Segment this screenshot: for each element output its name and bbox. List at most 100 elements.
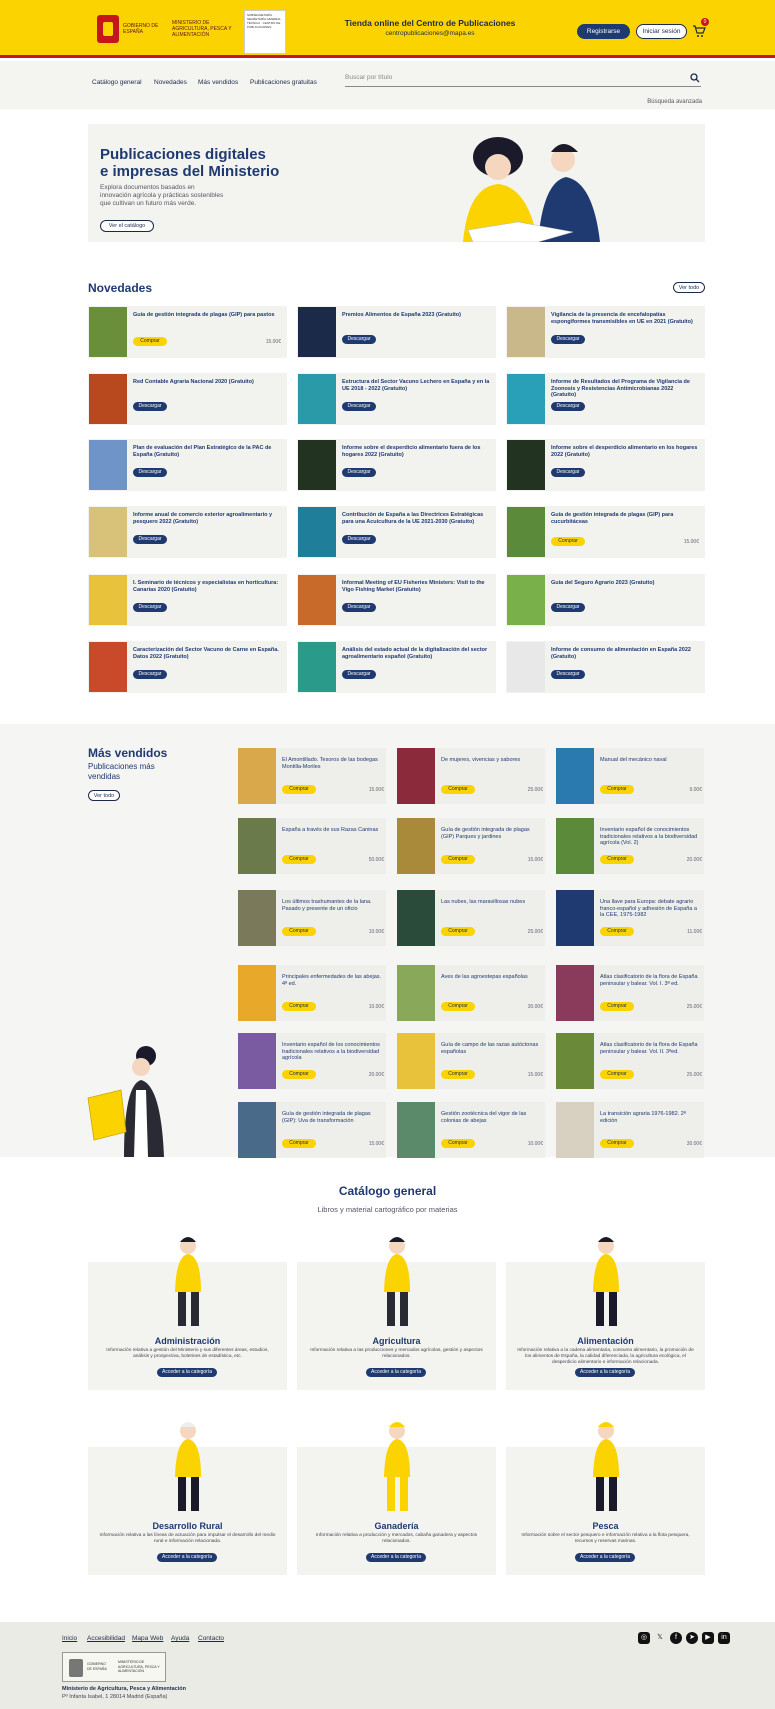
x-icon[interactable]: 𝕏: [654, 1632, 666, 1644]
buy-button[interactable]: Comprar: [600, 1002, 634, 1011]
bestseller-title[interactable]: España a través de sus Razas Caninas: [282, 827, 382, 834]
mas-vendidos-see-all-button[interactable]: Ver todo: [88, 790, 120, 801]
novedades-see-all-button[interactable]: Ver todo: [673, 282, 705, 293]
bestseller-title[interactable]: Gestión zootécnica del vigor de las colo…: [441, 1111, 541, 1124]
novedad-cover-image[interactable]: [89, 575, 127, 625]
download-button[interactable]: Descargar: [133, 670, 167, 679]
register-button[interactable]: Registrarse: [577, 24, 630, 39]
novedad-title[interactable]: Informe sobre el desperdicio alimentario…: [342, 445, 490, 458]
buy-button[interactable]: Comprar: [600, 1139, 634, 1148]
novedad-title[interactable]: Contribución de España a las Directrices…: [342, 512, 490, 525]
novedad-card[interactable]: Análisis del estado actual de la digital…: [297, 641, 496, 693]
novedad-cover-image[interactable]: [507, 307, 545, 357]
buy-button[interactable]: Comprar: [441, 785, 475, 794]
novedad-card[interactable]: Guía de gestión integrada de plagas (GIP…: [88, 306, 287, 358]
novedad-title[interactable]: Premios Alimentos de España 2023 (Gratui…: [342, 312, 490, 319]
bestseller-card[interactable]: Inventario español de conocimientos trad…: [556, 818, 704, 874]
footer-link-accesibilidad[interactable]: Accesibilidad: [87, 1635, 125, 1642]
bestseller-title[interactable]: Atlas clasificatorio de la flora de Espa…: [600, 1042, 700, 1055]
novedad-cover-image[interactable]: [89, 307, 127, 357]
bestseller-card[interactable]: Las nubes, las maravillosas nubes Comprar…: [397, 890, 545, 946]
bestseller-title[interactable]: Inventario español de conocimientos trad…: [600, 827, 700, 847]
bestseller-cover-image[interactable]: [238, 818, 276, 874]
nav-catalogo-general[interactable]: Catálogo general: [92, 79, 142, 86]
bestseller-title[interactable]: La transición agraria 1976-1982. 2ª edic…: [600, 1111, 700, 1124]
novedad-title[interactable]: I. Seminario de técnicos y especialistas…: [133, 580, 281, 593]
novedad-cover-image[interactable]: [507, 440, 545, 490]
download-button[interactable]: Descargar: [551, 402, 585, 411]
telegram-icon[interactable]: ➤: [686, 1632, 698, 1644]
bestseller-cover-image[interactable]: [397, 748, 435, 804]
buy-button[interactable]: Comprar: [600, 1070, 634, 1079]
bestseller-title[interactable]: Guía de campo de las razas autóctonas es…: [441, 1042, 541, 1055]
facebook-icon[interactable]: f: [670, 1632, 682, 1644]
bestseller-card[interactable]: De mujeres, vivencias y sabores Comprar 25…: [397, 748, 545, 804]
bestseller-title[interactable]: Principales enfermedades de las abejas. …: [282, 974, 382, 987]
novedad-title[interactable]: Estructura del Sector Vacuno Lechero en …: [342, 379, 490, 392]
novedad-card[interactable]: Informal Meeting of EU Fisheries Ministe…: [297, 574, 496, 626]
novedad-title[interactable]: Análisis del estado actual de la digital…: [342, 647, 490, 660]
buy-button[interactable]: Comprar: [282, 855, 316, 864]
bestseller-card[interactable]: Atlas clasificatorio de la flora de Espa…: [556, 965, 704, 1021]
novedad-cover-image[interactable]: [89, 507, 127, 557]
footer-link-inicio[interactable]: Inicio: [62, 1635, 77, 1642]
novedad-card[interactable]: Plan de evaluación del Plan Estratégico …: [88, 439, 287, 491]
novedad-card[interactable]: Premios Alimentos de España 2023 (Gratui…: [297, 306, 496, 358]
bestseller-title[interactable]: Guía de gestión integrada de plagas (GIP…: [441, 827, 541, 840]
buy-button[interactable]: Comprar: [441, 1139, 475, 1148]
buy-button[interactable]: Comprar: [282, 1139, 316, 1148]
novedad-card[interactable]: Informe de Resultados del Programa de Vi…: [506, 373, 705, 425]
novedad-title[interactable]: Vigilancia de la presencia de encefalopa…: [551, 312, 699, 325]
nav-novedades[interactable]: Novedades: [154, 79, 187, 86]
bestseller-title[interactable]: De mujeres, vivencias y sabores: [441, 757, 541, 764]
download-button[interactable]: Descargar: [551, 670, 585, 679]
bestseller-cover-image[interactable]: [238, 748, 276, 804]
hero-catalog-button[interactable]: Ver el catálogo: [100, 220, 154, 232]
novedad-card[interactable]: Red Contable Agraria Nacional 2020 (Grat…: [88, 373, 287, 425]
download-button[interactable]: Descargar: [342, 670, 376, 679]
bestseller-card[interactable]: Guía de campo de las razas autóctonas es…: [397, 1033, 545, 1089]
buy-button[interactable]: Comprar: [282, 927, 316, 936]
download-button[interactable]: Descargar: [342, 603, 376, 612]
buy-button[interactable]: Comprar: [600, 927, 634, 936]
novedad-card[interactable]: Estructura del Sector Vacuno Lechero en …: [297, 373, 496, 425]
buy-button[interactable]: Comprar: [551, 537, 585, 546]
buy-button[interactable]: Comprar: [441, 1002, 475, 1011]
novedad-cover-image[interactable]: [89, 440, 127, 490]
bestseller-title[interactable]: Atlas clasificatorio de la flora de Espa…: [600, 974, 700, 987]
bestseller-title[interactable]: Las nubes, las maravillosas nubes: [441, 899, 541, 906]
novedad-cover-image[interactable]: [298, 575, 336, 625]
login-button[interactable]: Iniciar sesión: [636, 24, 687, 39]
novedad-title[interactable]: Informe de consumo de alimentación en Es…: [551, 647, 699, 660]
category-access-button[interactable]: Acceder a la categoría: [575, 1368, 635, 1377]
search-input[interactable]: Buscar por título: [345, 71, 701, 87]
bestseller-cover-image[interactable]: [556, 748, 594, 804]
footer-link-mapa-web[interactable]: Mapa Web: [132, 1635, 163, 1642]
bestseller-cover-image[interactable]: [556, 1033, 594, 1089]
buy-button[interactable]: Comprar: [133, 337, 167, 346]
novedad-cover-image[interactable]: [298, 307, 336, 357]
instagram-icon[interactable]: ◎: [638, 1632, 650, 1644]
download-button[interactable]: Descargar: [342, 468, 376, 477]
download-button[interactable]: Descargar: [342, 535, 376, 544]
novedad-card[interactable]: Guía de gestión integrada de plagas (GIP…: [506, 506, 705, 558]
bestseller-title[interactable]: Aves de las agroestepas españolas: [441, 974, 541, 981]
bestseller-cover-image[interactable]: [397, 1033, 435, 1089]
novedad-title[interactable]: Caracterización del Sector Vacuno de Car…: [133, 647, 281, 660]
bestseller-cover-image[interactable]: [556, 1102, 594, 1158]
novedad-card[interactable]: Guía del Seguro Agrario 2023 (Gratuito) D…: [506, 574, 705, 626]
category-access-button[interactable]: Acceder a la categoría: [157, 1368, 217, 1377]
bestseller-card[interactable]: Gestión zootécnica del vigor de las colo…: [397, 1102, 545, 1158]
novedad-cover-image[interactable]: [298, 642, 336, 692]
bestseller-card[interactable]: Principales enfermedades de las abejas. …: [238, 965, 386, 1021]
bestseller-cover-image[interactable]: [556, 818, 594, 874]
youtube-icon[interactable]: ▶: [702, 1632, 714, 1644]
novedad-title[interactable]: Guía del Seguro Agrario 2023 (Gratuito): [551, 580, 699, 587]
bestseller-cover-image[interactable]: [238, 1102, 276, 1158]
novedad-card[interactable]: Vigilancia de la presencia de encefalopa…: [506, 306, 705, 358]
bestseller-title[interactable]: Manual del mecánico naval: [600, 757, 700, 764]
download-button[interactable]: Descargar: [551, 468, 585, 477]
download-button[interactable]: Descargar: [133, 468, 167, 477]
download-button[interactable]: Descargar: [133, 402, 167, 411]
novedad-title[interactable]: Informal Meeting of EU Fisheries Ministe…: [342, 580, 490, 593]
